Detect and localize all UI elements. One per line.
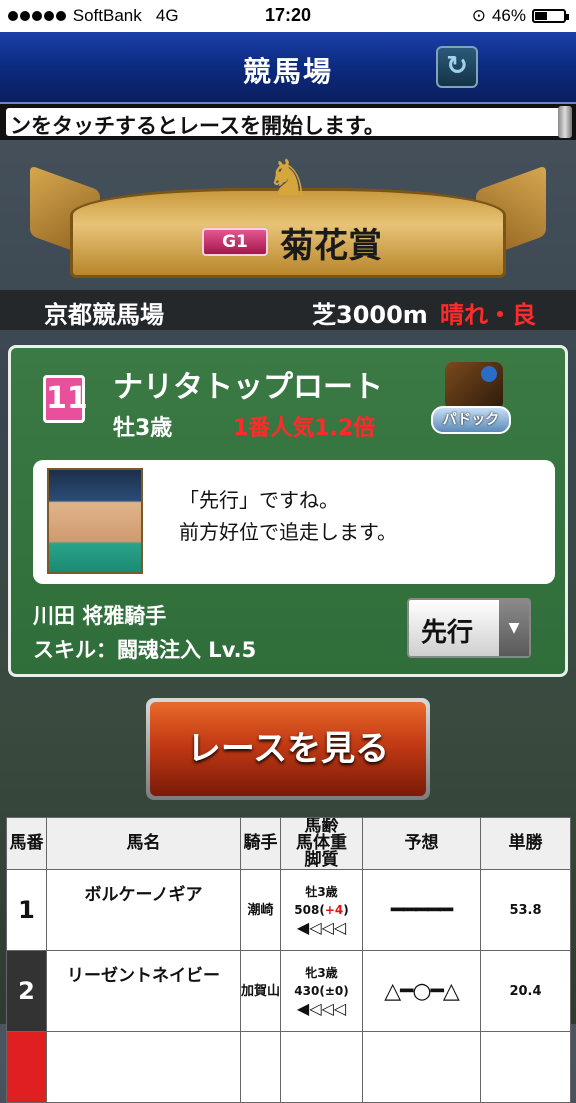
- row-pred: [362, 1031, 481, 1103]
- venue: 京都競馬場: [44, 301, 164, 329]
- row-name: [46, 1031, 241, 1103]
- table-row[interactable]: 1 ボルケーノギア 潮崎 牡3歳 508(+4) ◀◁◁◁ ━━━━━ 53.8: [6, 869, 571, 951]
- row-num: [6, 1031, 47, 1103]
- horse-number: 11: [43, 375, 88, 423]
- ticker: ンをタッチするとレースを開始します。: [0, 104, 576, 140]
- comment-line-2: 前方好位で追走します。: [179, 520, 397, 544]
- row-pred: ━━━━━: [362, 869, 481, 951]
- battery-area: ⊙ 46%: [471, 6, 569, 26]
- rotation-lock-icon: ⊙: [471, 6, 486, 25]
- row-name: ボルケーノギア: [46, 869, 241, 951]
- entry-table: 馬番 馬名 騎手 馬齢 馬体重 脚質 予想 単勝 1 ボルケーノギア 潮崎 牡3歳 5…: [6, 817, 571, 1103]
- horse-popularity: 1番人気1.2倍: [233, 416, 376, 441]
- watch-race-button[interactable]: レースを見る: [146, 698, 430, 800]
- col-num: 馬番: [6, 817, 47, 870]
- row-odds: [480, 1031, 571, 1103]
- row-num: 1: [6, 869, 47, 951]
- jockey-comment: 「先行」ですね。 前方好位で追走します。: [33, 460, 555, 584]
- row-jockey: [240, 1031, 281, 1103]
- race-banner: ♞ G1 菊花賞: [30, 148, 546, 290]
- comment-line-1: 「先行」ですね。: [179, 488, 339, 512]
- race-info-bar: 京都競馬場 芝3000m 晴れ・良: [0, 290, 576, 330]
- table-row[interactable]: 2 リーゼントネイビー 加賀山 牝3歳 430(±0) ◀◁◁◁ △━○━△ 20.…: [6, 950, 571, 1032]
- col-odds: 単勝: [480, 817, 571, 870]
- row-name: リーゼントネイビー: [46, 950, 241, 1032]
- row-info: [280, 1031, 363, 1103]
- battery-percent: 46%: [491, 6, 526, 25]
- status-bar: SoftBank 4G 17:20 ⊙ 46%: [0, 0, 576, 32]
- refresh-icon[interactable]: ↻: [436, 46, 478, 88]
- ticker-text: ンをタッチするとレースを開始します。: [10, 114, 385, 136]
- ticker-bar: ンをタッチするとレースを開始します。: [6, 108, 564, 136]
- col-pred: 予想: [362, 817, 481, 870]
- row-info: 牡3歳 508(+4) ◀◁◁◁: [280, 869, 363, 951]
- paddock-horse-icon: [445, 362, 503, 410]
- paddock-button[interactable]: パドック: [431, 362, 513, 436]
- row-pred: △━○━△: [362, 950, 481, 1032]
- jockey-name: 川田 将雅騎手: [33, 604, 167, 628]
- horse-name: ナリタトップロート: [113, 370, 383, 405]
- row-jockey: 潮崎: [240, 869, 281, 951]
- grade-badge: G1: [202, 228, 268, 256]
- row-info: 牝3歳 430(±0) ◀◁◁◁: [280, 950, 363, 1032]
- battery-icon: [532, 9, 569, 23]
- table-row[interactable]: [6, 1031, 571, 1103]
- distance: 芝3000m: [312, 301, 428, 329]
- table-header-row: 馬番 馬名 騎手 馬齢 馬体重 脚質 予想 単勝: [6, 817, 571, 870]
- row-jockey: 加賀山: [240, 950, 281, 1032]
- ticker-cap: [558, 106, 572, 138]
- horse-card: 11 ナリタトップロート 牡3歳 1番人気1.2倍 パドック 「先行」ですね。 …: [8, 345, 568, 677]
- header: 競馬場 ↻: [0, 32, 576, 104]
- jockey-avatar: [47, 468, 143, 574]
- track-condition: 晴れ・良: [440, 301, 536, 329]
- watch-race-label: レースを見る: [150, 702, 426, 796]
- horse-emblem-icon: ♞: [265, 149, 311, 207]
- col-info: 馬齢 馬体重 脚質: [280, 817, 363, 870]
- col-jockey: 騎手: [240, 817, 281, 870]
- page-title: 競馬場: [242, 55, 333, 88]
- strategy-value: 先行: [421, 618, 474, 648]
- row-odds: 20.4: [480, 950, 571, 1032]
- strategy-select[interactable]: 先行 ▼: [407, 598, 531, 658]
- row-odds: 53.8: [480, 869, 571, 951]
- col-name: 馬名: [46, 817, 241, 870]
- row-num: 2: [6, 950, 47, 1032]
- race-name: 菊花賞: [280, 226, 382, 266]
- horse-sex-age: 牡3歳: [113, 416, 173, 441]
- chevron-down-icon: ▼: [499, 600, 529, 656]
- paddock-label: パドック: [431, 406, 511, 434]
- jockey-skill: スキル：闘魂注入 Lv.5: [33, 638, 257, 662]
